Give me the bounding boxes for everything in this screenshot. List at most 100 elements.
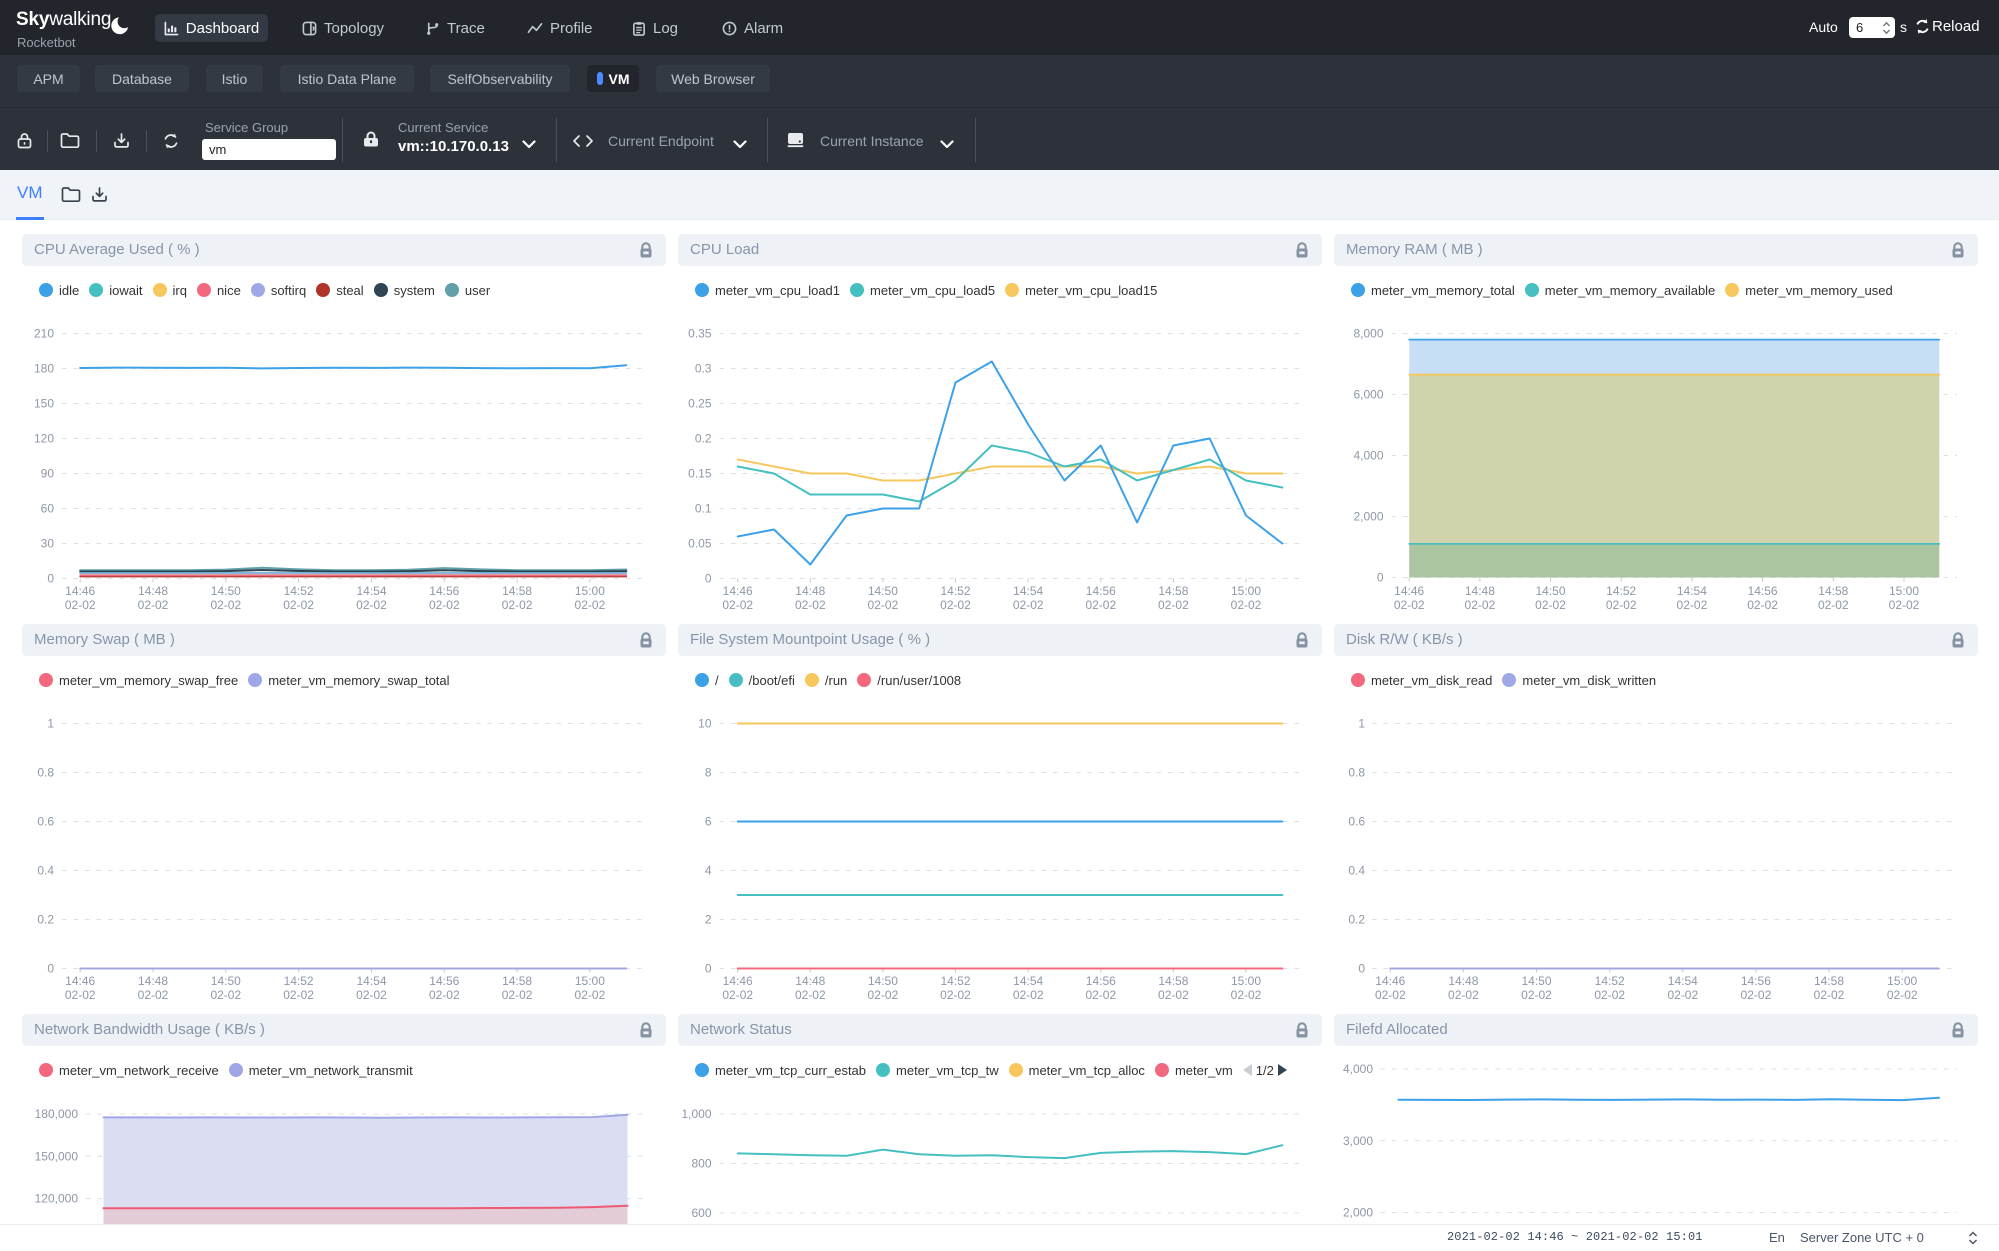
svg-text:02-02: 02-02	[283, 598, 314, 612]
svg-text:02-02: 02-02	[1231, 598, 1262, 612]
svg-text:02-02: 02-02	[1394, 598, 1425, 612]
svg-text:02-02: 02-02	[722, 988, 753, 1002]
svg-text:14:56: 14:56	[1086, 974, 1116, 988]
svg-text:14:50: 14:50	[868, 974, 898, 988]
svg-text:60: 60	[41, 502, 55, 516]
svg-text:02-02: 02-02	[1818, 598, 1849, 612]
svg-text:6: 6	[705, 815, 712, 829]
svg-text:14:52: 14:52	[940, 584, 970, 598]
svg-text:14:46: 14:46	[723, 584, 753, 598]
svg-text:14:48: 14:48	[1465, 584, 1495, 598]
svg-text:02-02: 02-02	[1158, 988, 1189, 1002]
svg-text:0.2: 0.2	[695, 432, 712, 446]
svg-text:0.05: 0.05	[688, 537, 712, 551]
svg-text:02-02: 02-02	[429, 988, 460, 1002]
svg-text:0: 0	[705, 962, 712, 976]
svg-text:14:54: 14:54	[1013, 974, 1043, 988]
svg-text:14:50: 14:50	[868, 584, 898, 598]
svg-text:14:54: 14:54	[1677, 584, 1707, 598]
svg-text:14:50: 14:50	[211, 974, 241, 988]
svg-text:14:54: 14:54	[356, 584, 386, 598]
svg-text:14:46: 14:46	[1375, 974, 1405, 988]
svg-text:02-02: 02-02	[722, 598, 753, 612]
svg-text:02-02: 02-02	[1085, 598, 1116, 612]
svg-text:02-02: 02-02	[356, 988, 387, 1002]
svg-text:14:50: 14:50	[1535, 584, 1565, 598]
svg-text:14:54: 14:54	[1013, 584, 1043, 598]
svg-text:14:46: 14:46	[1394, 584, 1424, 598]
svg-text:14:48: 14:48	[795, 974, 825, 988]
svg-text:0.4: 0.4	[1348, 864, 1365, 878]
svg-text:0: 0	[1358, 962, 1365, 976]
svg-text:02-02: 02-02	[502, 598, 533, 612]
svg-text:02-02: 02-02	[210, 598, 241, 612]
svg-text:02-02: 02-02	[940, 598, 971, 612]
svg-text:02-02: 02-02	[1535, 598, 1566, 612]
svg-text:02-02: 02-02	[138, 988, 169, 1002]
svg-text:0.15: 0.15	[688, 467, 712, 481]
svg-text:14:52: 14:52	[284, 974, 314, 988]
svg-text:15:00: 15:00	[1231, 584, 1261, 598]
svg-text:0.2: 0.2	[37, 913, 54, 927]
svg-text:120,000: 120,000	[35, 1192, 79, 1206]
svg-text:4,000: 4,000	[1353, 449, 1383, 463]
svg-text:14:58: 14:58	[502, 974, 532, 988]
svg-text:02-02: 02-02	[1013, 598, 1044, 612]
svg-text:02-02: 02-02	[1606, 598, 1637, 612]
svg-text:02-02: 02-02	[868, 988, 899, 1002]
svg-text:14:56: 14:56	[429, 584, 459, 598]
svg-text:0.2: 0.2	[1348, 913, 1365, 927]
svg-text:14:48: 14:48	[1448, 974, 1478, 988]
svg-text:02-02: 02-02	[283, 988, 314, 1002]
svg-text:0.3: 0.3	[695, 362, 712, 376]
svg-text:0.6: 0.6	[1348, 815, 1365, 829]
svg-text:02-02: 02-02	[1013, 988, 1044, 1002]
svg-text:3,000: 3,000	[1343, 1134, 1373, 1148]
svg-text:210: 210	[34, 327, 54, 341]
svg-text:02-02: 02-02	[356, 598, 387, 612]
svg-text:14:48: 14:48	[795, 584, 825, 598]
svg-text:14:52: 14:52	[284, 584, 314, 598]
svg-text:14:48: 14:48	[138, 974, 168, 988]
svg-text:0.25: 0.25	[688, 397, 712, 411]
svg-text:02-02: 02-02	[65, 988, 96, 1002]
svg-text:14:52: 14:52	[940, 974, 970, 988]
svg-text:14:46: 14:46	[65, 584, 95, 598]
svg-text:15:00: 15:00	[575, 974, 605, 988]
svg-text:15:00: 15:00	[1889, 584, 1919, 598]
svg-text:90: 90	[41, 467, 55, 481]
svg-text:02-02: 02-02	[1465, 598, 1496, 612]
svg-text:02-02: 02-02	[1158, 598, 1189, 612]
svg-text:8: 8	[705, 766, 712, 780]
svg-text:15:00: 15:00	[1887, 974, 1917, 988]
svg-text:0: 0	[1377, 571, 1384, 585]
svg-text:14:48: 14:48	[138, 584, 168, 598]
svg-text:180: 180	[34, 362, 54, 376]
svg-text:0.1: 0.1	[695, 502, 712, 516]
svg-text:02-02: 02-02	[1231, 988, 1262, 1002]
svg-text:02-02: 02-02	[940, 988, 971, 1002]
svg-text:10: 10	[698, 717, 712, 731]
svg-text:02-02: 02-02	[138, 598, 169, 612]
svg-text:0: 0	[705, 572, 712, 586]
svg-text:02-02: 02-02	[575, 598, 606, 612]
svg-text:0.6: 0.6	[37, 815, 54, 829]
svg-text:14:58: 14:58	[1814, 974, 1844, 988]
svg-text:1: 1	[1358, 717, 1365, 731]
svg-text:14:46: 14:46	[65, 974, 95, 988]
svg-text:14:58: 14:58	[1818, 584, 1848, 598]
svg-text:14:56: 14:56	[1741, 974, 1771, 988]
svg-text:02-02: 02-02	[1677, 598, 1708, 612]
svg-text:15:00: 15:00	[1231, 974, 1261, 988]
svg-text:14:50: 14:50	[1521, 974, 1551, 988]
svg-text:4,000: 4,000	[1343, 1062, 1373, 1076]
svg-text:14:54: 14:54	[356, 974, 386, 988]
svg-text:02-02: 02-02	[502, 988, 533, 1002]
svg-text:02-02: 02-02	[1375, 988, 1406, 1002]
svg-text:0.8: 0.8	[37, 766, 54, 780]
svg-text:1,000: 1,000	[681, 1107, 711, 1121]
svg-text:14:52: 14:52	[1606, 584, 1636, 598]
svg-text:0.4: 0.4	[37, 864, 54, 878]
svg-text:180,000: 180,000	[35, 1107, 79, 1121]
svg-text:600: 600	[691, 1206, 711, 1220]
